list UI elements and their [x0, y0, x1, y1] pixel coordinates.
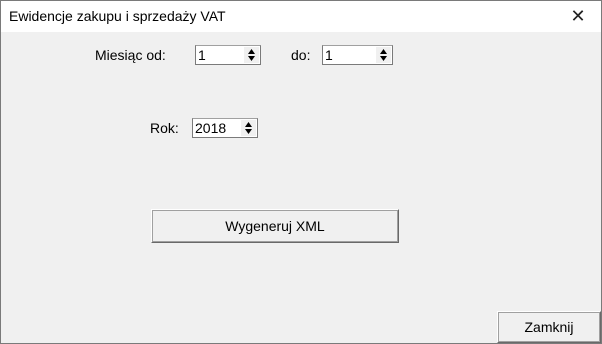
month-from-spinner[interactable]: 1 [195, 45, 261, 65]
month-to-up-arrow-icon[interactable] [376, 47, 391, 55]
close-window-button[interactable]: ✕ [555, 1, 601, 32]
year-label: Rok: [150, 120, 179, 136]
month-from-down-arrow-icon[interactable] [244, 55, 259, 63]
year-up-arrow-icon[interactable] [241, 120, 256, 128]
month-from-up-arrow-icon[interactable] [244, 47, 259, 55]
month-to-value[interactable]: 1 [325, 47, 333, 63]
month-from-spin-buttons [244, 47, 259, 63]
month-to-spinner[interactable]: 1 [322, 45, 393, 65]
year-value[interactable]: 2018 [195, 120, 226, 136]
generate-xml-button[interactable]: Wygeneruj XML [151, 209, 399, 243]
dialog-body: Miesiąc od: 1 do: 1 Rok: 2018 Wygeneruj … [1, 32, 601, 343]
year-down-arrow-icon[interactable] [241, 128, 256, 136]
month-from-value[interactable]: 1 [198, 47, 206, 63]
month-to-label: do: [291, 47, 311, 63]
month-to-down-arrow-icon[interactable] [376, 55, 391, 63]
dialog-window: Ewidencje zakupu i sprzedaży VAT ✕ Miesi… [0, 0, 602, 344]
close-icon: ✕ [570, 6, 586, 26]
month-to-spin-buttons [376, 47, 391, 63]
year-spinner[interactable]: 2018 [192, 118, 258, 138]
close-button[interactable]: Zamknij [497, 311, 601, 343]
year-spin-buttons [241, 120, 256, 136]
window-title: Ewidencje zakupu i sprzedaży VAT [9, 8, 226, 24]
title-bar: Ewidencje zakupu i sprzedaży VAT ✕ [1, 1, 601, 32]
month-from-label: Miesiąc od: [95, 47, 166, 63]
